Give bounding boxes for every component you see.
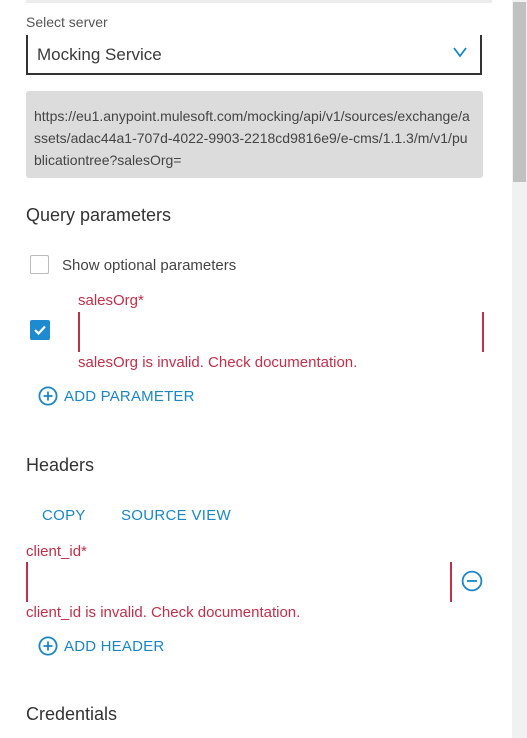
add-parameter-button[interactable]: ADD PARAMETER [38, 386, 195, 406]
sales-org-label: salesOrg* [78, 292, 144, 309]
sales-org-error: salesOrg is invalid. Check documentation… [78, 354, 358, 371]
client-id-input[interactable] [26, 562, 452, 602]
add-circle-icon [38, 636, 58, 656]
add-parameter-label: ADD PARAMETER [64, 387, 195, 405]
sales-org-input[interactable] [78, 312, 484, 352]
remove-header-button[interactable] [461, 570, 483, 597]
copy-button[interactable]: COPY [42, 507, 86, 524]
request-url: https://eu1.anypoint.mulesoft.com/mockin… [26, 91, 483, 178]
query-parameters-title: Query parameters [26, 205, 172, 225]
credentials-title: Credentials [26, 704, 118, 724]
headers-title: Headers [26, 455, 95, 475]
chevron-down-icon [453, 47, 467, 58]
add-header-label: ADD HEADER [64, 637, 165, 655]
client-id-label: client_id* [26, 543, 87, 560]
show-optional-label: Show optional parameters [62, 257, 237, 274]
server-select[interactable]: Mocking Service [26, 35, 482, 75]
source-view-button[interactable]: SOURCE VIEW [121, 507, 231, 524]
add-circle-icon [38, 386, 58, 406]
scrollbar[interactable] [512, 0, 527, 738]
remove-circle-icon [461, 570, 483, 592]
scrollbar-thumb[interactable] [513, 2, 526, 182]
client-id-error: client_id is invalid. Check documentatio… [26, 604, 301, 621]
server-label: Select server [26, 14, 108, 30]
show-optional-checkbox[interactable] [30, 255, 49, 274]
checkmark-icon [34, 325, 46, 336]
add-header-button[interactable]: ADD HEADER [38, 636, 164, 656]
top-divider [26, 0, 492, 3]
sales-org-enabled-checkbox[interactable] [30, 320, 50, 340]
server-select-value: Mocking Service [37, 45, 162, 64]
